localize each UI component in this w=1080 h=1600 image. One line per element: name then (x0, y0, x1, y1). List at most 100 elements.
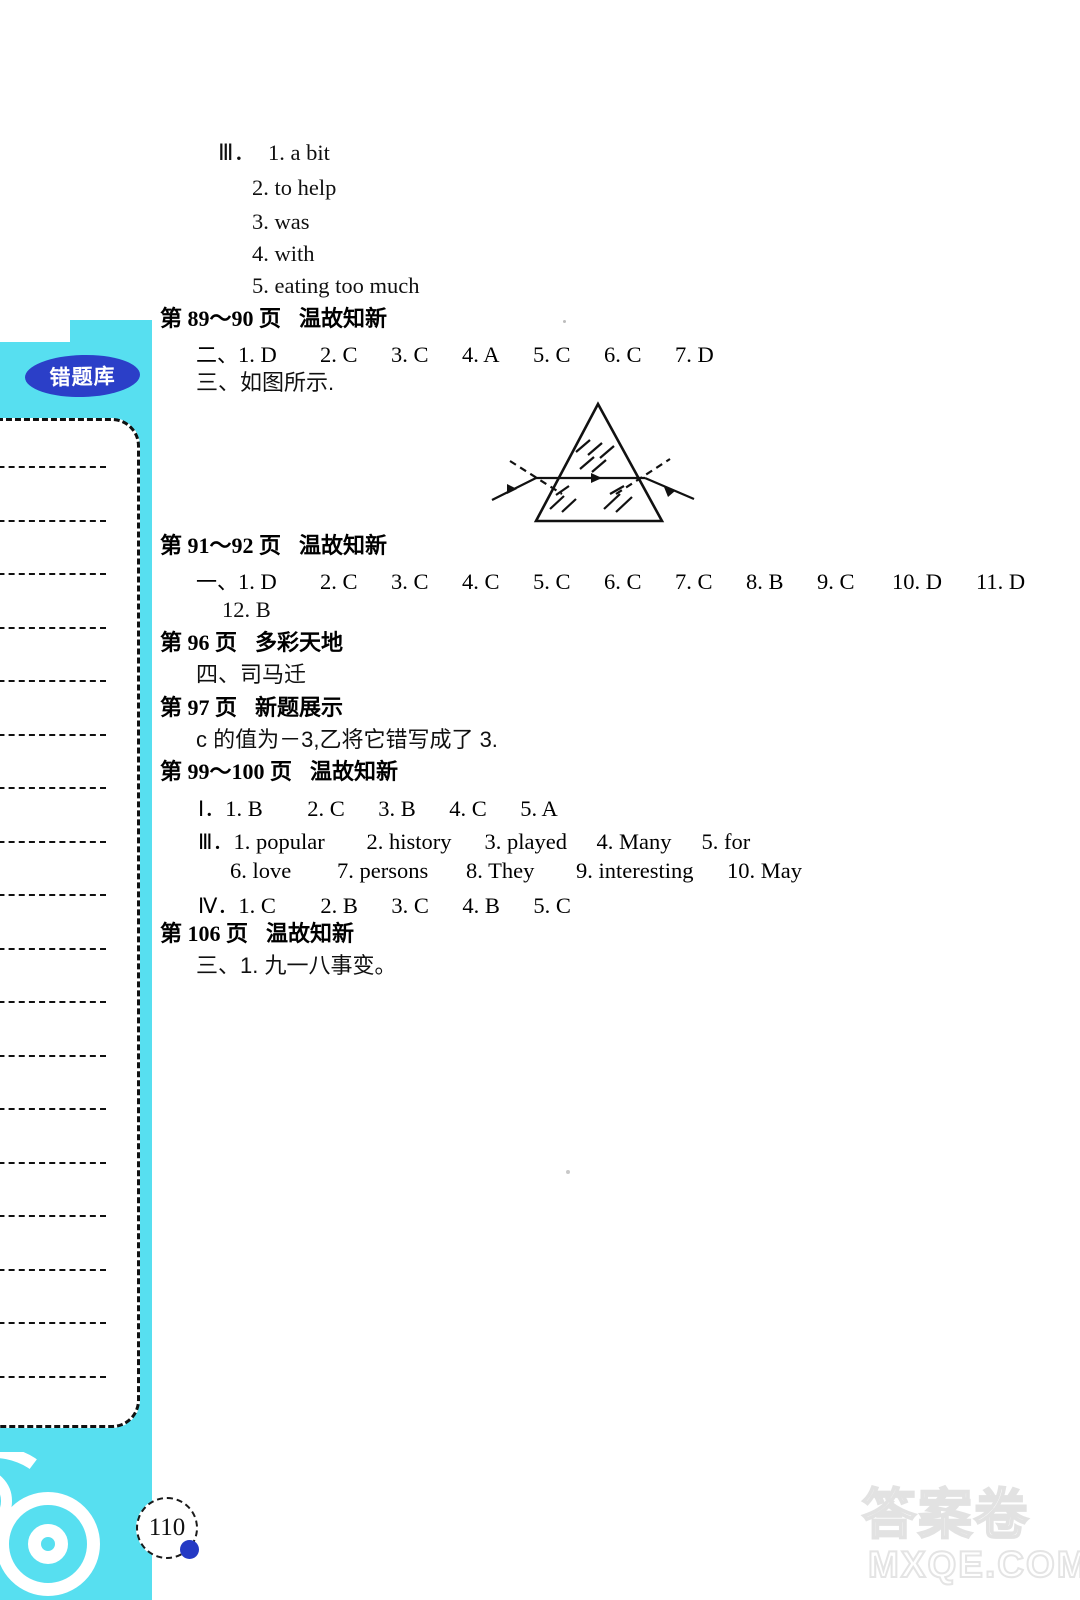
block-a-label-line: Ⅲ． 1. a bit (218, 140, 330, 165)
note-line (0, 1001, 106, 1003)
note-line (0, 1054, 106, 1057)
row-lead: c 的值为－3,乙将它错写成了 3. (196, 727, 498, 752)
section-97-row-0: c 的值为－3,乙将它错写成了 3. (196, 729, 498, 752)
ans-item: 7. D (675, 342, 714, 367)
section-97-title: 新题展示 (255, 695, 344, 720)
block-a-item-1: 1. a bit (268, 140, 330, 165)
ans-item: 2. C (320, 342, 358, 367)
spiral-decoration (0, 1452, 152, 1600)
section-99-100-header: 第 99～100 页温故知新 (160, 761, 398, 783)
prism-svg (491, 401, 695, 523)
row-lead: 一、 (196, 571, 238, 594)
ans-item: 8. B (746, 569, 784, 594)
row-lead: Ⅰ． (198, 798, 226, 821)
ans-item: 5. for (701, 829, 751, 854)
section-89-90-row-0: 二、1. D 2. C 3. C 4. A 5. C 6. C 7. D (196, 339, 714, 369)
section-89-90-title: 温故知新 (299, 306, 388, 331)
row-lead: 三、1. 九一八事变。 (196, 953, 397, 978)
ans-item: 3. played (484, 829, 567, 854)
note-line (0, 1215, 106, 1217)
row-lead: 三、如图所示. (196, 370, 335, 395)
section-96-title: 多彩天地 (255, 630, 344, 655)
ans-item: 4. B (462, 893, 500, 918)
ans-item: 7. persons (337, 858, 429, 883)
section-89-90-page-label: 第 89～90 页 (160, 306, 282, 331)
block-a-item-5: 5. eating too much (252, 273, 420, 298)
section-91-92-row-1: 12. B (222, 597, 271, 622)
ans-item: 2. C (307, 796, 345, 821)
internal-ray-arrow (591, 473, 602, 483)
section-91-92-page-label: 第 91～92 页 (160, 533, 282, 558)
section-97-header: 第 97 页新题展示 (160, 697, 343, 719)
note-ruled-lines (0, 418, 138, 1428)
section-99-100-row-3: Ⅳ．1. C 2. B 3. C 4. B 5. C (198, 890, 571, 920)
note-line (0, 466, 106, 468)
prism-diagram (470, 395, 720, 535)
ans-item: 3. B (378, 796, 416, 821)
section-96-header: 第 96 页多彩天地 (160, 632, 343, 654)
hatch-upper (575, 439, 615, 473)
page-speck-1 (563, 320, 566, 323)
answer-key-page: 错题库 110 Ⅲ． 1. a bit 2. to help 3. was 4. … (0, 0, 1080, 1600)
section-106-page-label: 第 106 页 (160, 921, 249, 946)
section-106-title: 温故知新 (266, 921, 355, 946)
section-99-100-row-2: 6. love 7. persons 8. They 9. interesting 10… (230, 858, 802, 884)
ans-item: 3. C (391, 569, 429, 594)
page-speck-2 (566, 1170, 570, 1174)
refracted-ray (644, 476, 695, 501)
ans-item: 11. D (976, 569, 1026, 594)
ans-item: 1. C (238, 893, 276, 918)
row-lead: Ⅲ． (198, 831, 234, 854)
incident-ray-arrow (507, 484, 517, 494)
block-a-label: Ⅲ． (218, 140, 257, 165)
note-line (0, 1375, 106, 1378)
note-line (0, 1268, 106, 1271)
section-89-90-row-1: 三、如图所示. (196, 372, 334, 395)
ans-item: 9. interesting (576, 858, 694, 883)
ans-item: 8. They (466, 858, 535, 883)
ans-item: 4. A (462, 342, 500, 367)
ans-item: 4. C (462, 569, 500, 594)
ans-item: 2. C (320, 569, 358, 594)
ans-item: 5. A (520, 796, 558, 821)
ans-item: 10. May (727, 858, 802, 883)
ans-item: 5. C (533, 342, 571, 367)
note-line (0, 1108, 106, 1110)
ans-item: 6. C (604, 569, 642, 594)
block-a-item-4: 4. with (252, 241, 315, 266)
ans-item: 4. Many (596, 829, 672, 854)
block-a-item-3: 3. was (252, 209, 310, 234)
note-line (0, 626, 106, 629)
note-line (0, 733, 106, 736)
row-lead: Ⅳ． (198, 895, 239, 918)
ans-item: 1. popular (233, 829, 325, 854)
ans-item: 9. C (817, 569, 855, 594)
note-line (0, 1161, 106, 1164)
note-line (0, 519, 106, 522)
section-99-100-title: 温故知新 (310, 759, 399, 784)
ans-item: 1. D (238, 342, 277, 367)
section-99-100-row-1: Ⅲ．1. popular 2. history 3. played 4. Many 5.… (198, 826, 750, 856)
ans-item: 2. B (320, 893, 358, 918)
ans-item: 5. C (533, 893, 571, 918)
row-lead: 四、司马迁 (196, 662, 307, 687)
section-97-page-label: 第 97 页 (160, 695, 238, 720)
hatch-lower-right (603, 485, 633, 513)
section-91-92-title: 温故知新 (299, 533, 388, 558)
watermark-chinese: 答案卷 (861, 1484, 1030, 1546)
note-line (0, 840, 106, 843)
ans-item: 3. C (391, 342, 429, 367)
page-number: 110 (148, 1514, 186, 1541)
ans-item: 2. history (366, 829, 452, 854)
section-99-100-row-0: Ⅰ．1. B 2. C 3. B 4. C 5. A (198, 793, 558, 823)
note-line (0, 1322, 106, 1324)
error-bank-badge-label: 错题库 (49, 365, 116, 390)
section-91-92-header: 第 91～92 页温故知新 (160, 535, 387, 557)
ans-item: 10. D (892, 569, 942, 594)
ans-item: 5. C (533, 569, 571, 594)
row-lead: 二、 (196, 344, 238, 367)
note-line (0, 573, 106, 575)
sidebar-tab-notch (0, 320, 70, 342)
watermark: 答案卷 MXQE.COM (861, 1468, 1080, 1593)
section-106-row-0: 三、1. 九一八事变。 (196, 955, 396, 978)
